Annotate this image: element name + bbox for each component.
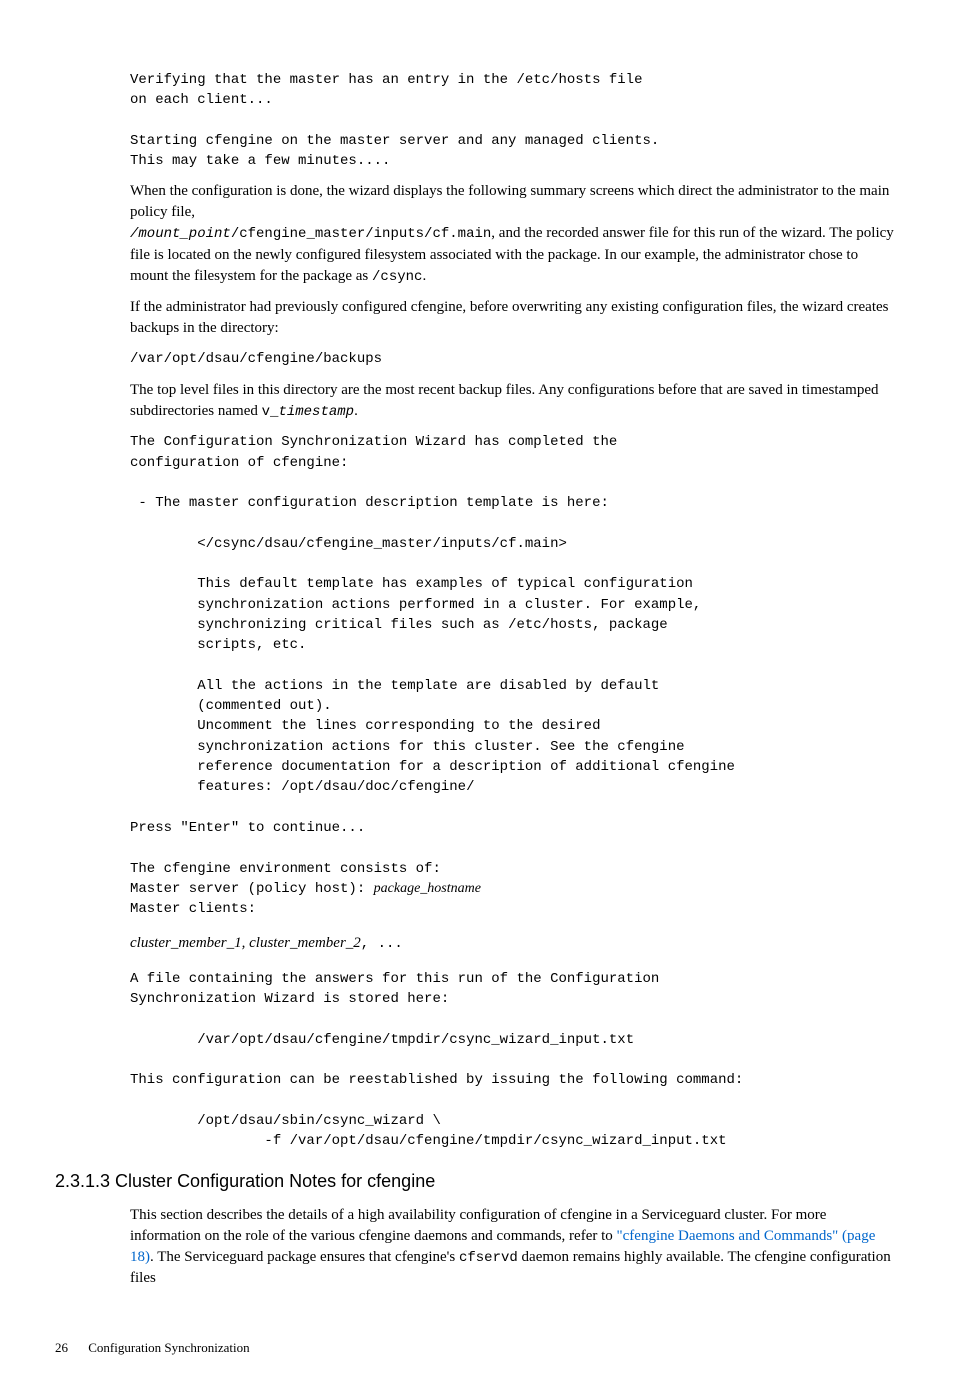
paragraph-2: If the administrator had previously conf… [130,297,899,339]
para3-text-a: The top level files in this directory ar… [130,382,879,419]
members-line: cluster_member_1, cluster_member_2, ... [130,933,899,954]
para4-text-b: . The Serviceguard package ensures that … [150,1249,459,1265]
para3-mono-b: v_ [262,404,279,420]
footer-section-title: Configuration Synchronization [88,1340,249,1355]
para1-mono-italic: /mount_point [130,226,231,242]
paragraph-4: This section describes the details of a … [130,1205,899,1289]
footer-page-number: 26 [55,1339,85,1357]
para4-mono: cfservd [459,1250,518,1266]
code-block-3-host: Master server (policy host): package_hos… [130,879,899,899]
para1-mono: /cfengine_master/inputs/cf.main [231,226,491,242]
section-heading: 2.3.1.3 Cluster Configuration Notes for … [55,1169,899,1194]
code-block-3-clients: Master clients: [130,899,899,919]
para1-mono-d: /csync [372,269,422,285]
members-italic: cluster_member_1, cluster_member_2 [130,935,361,951]
paragraph-3: The top level files in this directory ar… [130,380,899,423]
paragraph-1: When the configuration is done, the wiza… [130,181,899,287]
para1-text-e: . [422,268,426,284]
code-block-3: The Configuration Synchronization Wizard… [130,432,899,879]
para3-mono-italic-c: timestamp [278,404,354,420]
page-footer: 26 Configuration Synchronization [55,1339,899,1357]
code3-host-italic: package_hostname [374,881,481,896]
para1-text-a: When the configuration is done, the wiza… [130,183,889,220]
code-block-1: Verifying that the master has an entry i… [130,70,899,171]
code-block-4: A file containing the answers for this r… [130,969,899,1152]
code-block-2: /var/opt/dsau/cfengine/backups [130,349,899,369]
para3-text-d: . [354,403,358,419]
code3-host-prefix: Master server (policy host): [130,881,374,897]
members-rest: , ... [361,936,403,952]
